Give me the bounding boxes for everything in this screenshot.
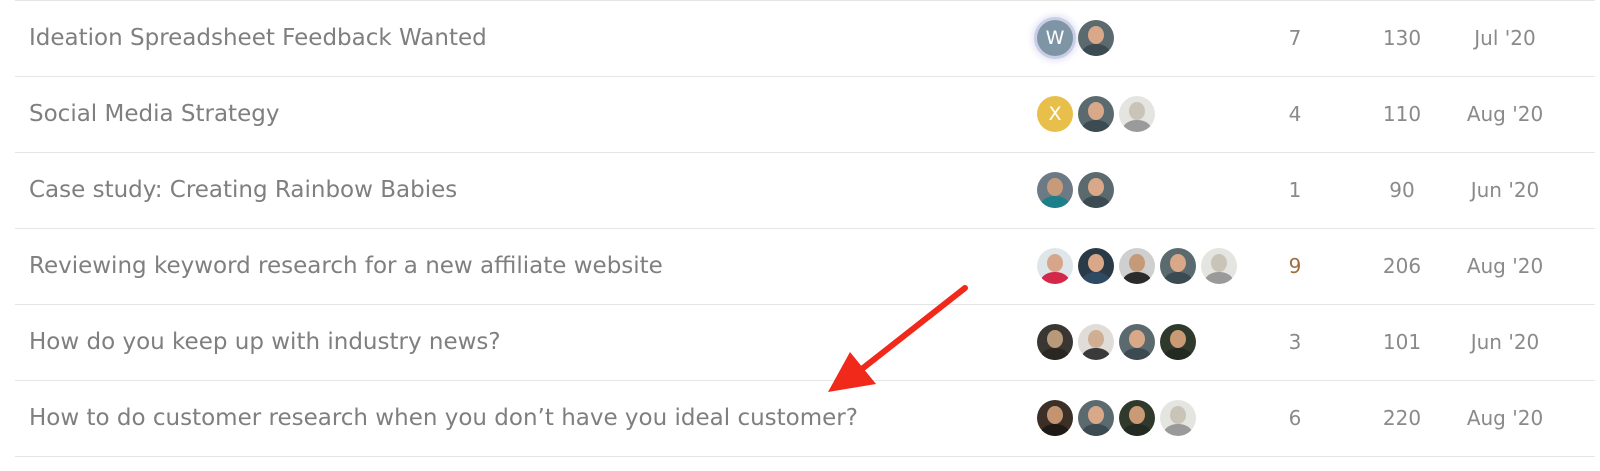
poster-avatar[interactable]: X: [1037, 96, 1073, 132]
avatar-photo-shoulders: [1082, 272, 1110, 284]
topic-row[interactable]: How do you keep up with industry news? 3…: [15, 304, 1595, 380]
avatar-photo-head: [1170, 254, 1186, 272]
views-count: 101: [1382, 330, 1422, 354]
posters-list: [1037, 324, 1196, 360]
avatar-photo-shoulders: [1082, 44, 1110, 56]
avatar-photo-head: [1088, 178, 1104, 196]
avatar-photo-head: [1088, 406, 1104, 424]
topic-row[interactable]: Reviewing keyword research for a new aff…: [15, 228, 1595, 304]
avatar-photo-head: [1047, 330, 1063, 348]
avatar-photo-head: [1170, 406, 1186, 424]
views-count: 220: [1382, 406, 1422, 430]
poster-avatar[interactable]: [1037, 400, 1073, 436]
avatar-photo-shoulders: [1082, 196, 1110, 208]
activity-date[interactable]: Aug '20: [1455, 381, 1555, 456]
poster-avatar[interactable]: W: [1037, 20, 1073, 56]
views-count: 130: [1382, 26, 1422, 50]
activity-date[interactable]: Jul '20: [1455, 1, 1555, 76]
replies-count: 9: [1288, 254, 1302, 278]
poster-avatar[interactable]: [1119, 248, 1155, 284]
replies-count: 6: [1288, 406, 1302, 430]
avatar-photo-shoulders: [1041, 424, 1069, 436]
avatar-photo-head: [1211, 254, 1227, 272]
poster-avatar[interactable]: [1078, 248, 1114, 284]
avatar-letter: W: [1045, 27, 1065, 49]
avatar-photo-shoulders: [1082, 424, 1110, 436]
annotation-arrow-icon: [828, 285, 968, 392]
topic-title[interactable]: Reviewing keyword research for a new aff…: [29, 229, 663, 304]
avatar-photo-head: [1129, 102, 1145, 120]
posters-list: W: [1037, 20, 1114, 56]
avatar-photo-head: [1088, 254, 1104, 272]
avatar-photo-head: [1047, 406, 1063, 424]
avatar-photo-shoulders: [1164, 424, 1192, 436]
avatar-photo-shoulders: [1041, 196, 1069, 208]
avatar-photo-head: [1047, 178, 1063, 196]
avatar-photo-shoulders: [1123, 424, 1151, 436]
poster-avatar[interactable]: [1119, 96, 1155, 132]
topic-row[interactable]: Social Media Strategy X 4 110 Aug '20: [15, 76, 1595, 152]
topic-list: Ideation Spreadsheet Feedback Wanted W 7…: [15, 0, 1595, 457]
poster-avatar[interactable]: [1078, 96, 1114, 132]
avatar-letter: X: [1048, 103, 1062, 125]
poster-avatar[interactable]: [1037, 324, 1073, 360]
avatar-photo-head: [1129, 406, 1145, 424]
replies-count: 1: [1288, 178, 1302, 202]
topic-row[interactable]: Ideation Spreadsheet Feedback Wanted W 7…: [15, 0, 1595, 76]
poster-avatar[interactable]: [1078, 324, 1114, 360]
avatar-photo-head: [1088, 102, 1104, 120]
avatar-photo-shoulders: [1041, 348, 1069, 360]
avatar-photo-shoulders: [1205, 272, 1233, 284]
avatar-photo-shoulders: [1123, 120, 1151, 132]
avatar-photo-shoulders: [1082, 120, 1110, 132]
posters-list: [1037, 400, 1196, 436]
poster-avatar[interactable]: [1037, 172, 1073, 208]
avatar-photo-shoulders: [1082, 348, 1110, 360]
views-count: 206: [1382, 254, 1422, 278]
replies-count: 4: [1288, 102, 1302, 126]
activity-date[interactable]: Jun '20: [1455, 305, 1555, 380]
views-count: 110: [1382, 102, 1422, 126]
activity-date[interactable]: Aug '20: [1455, 77, 1555, 152]
posters-list: [1037, 248, 1237, 284]
avatar-photo-head: [1047, 254, 1063, 272]
avatar-photo-head: [1088, 330, 1104, 348]
posters-list: [1037, 172, 1114, 208]
avatar-photo-shoulders: [1123, 272, 1151, 284]
avatar-photo-head: [1088, 26, 1104, 44]
avatar-photo-head: [1170, 330, 1186, 348]
poster-avatar[interactable]: [1078, 172, 1114, 208]
activity-date[interactable]: Jun '20: [1455, 153, 1555, 228]
topic-title[interactable]: Case study: Creating Rainbow Babies: [29, 153, 457, 228]
poster-avatar[interactable]: [1078, 400, 1114, 436]
avatar-photo-shoulders: [1041, 272, 1069, 284]
poster-avatar[interactable]: [1160, 248, 1196, 284]
topic-row[interactable]: Case study: Creating Rainbow Babies 1 90…: [15, 152, 1595, 228]
topic-title[interactable]: How to do customer research when you don…: [29, 381, 858, 456]
poster-avatar[interactable]: [1037, 248, 1073, 284]
views-count: 90: [1389, 178, 1415, 202]
avatar-photo-shoulders: [1164, 348, 1192, 360]
topic-title[interactable]: Ideation Spreadsheet Feedback Wanted: [29, 1, 487, 76]
avatar-photo-shoulders: [1123, 348, 1151, 360]
poster-avatar[interactable]: [1078, 20, 1114, 56]
posters-list: X: [1037, 96, 1155, 132]
topic-row[interactable]: How to do customer research when you don…: [15, 380, 1595, 457]
poster-avatar[interactable]: [1119, 400, 1155, 436]
avatar-photo-head: [1129, 330, 1145, 348]
activity-date[interactable]: Aug '20: [1455, 229, 1555, 304]
poster-avatar[interactable]: [1201, 248, 1237, 284]
avatar-photo-shoulders: [1164, 272, 1192, 284]
poster-avatar[interactable]: [1160, 400, 1196, 436]
replies-count: 3: [1288, 330, 1302, 354]
topic-title[interactable]: How do you keep up with industry news?: [29, 305, 501, 380]
poster-avatar[interactable]: [1160, 324, 1196, 360]
poster-avatar[interactable]: [1119, 324, 1155, 360]
avatar-photo-head: [1129, 254, 1145, 272]
topic-title[interactable]: Social Media Strategy: [29, 77, 279, 152]
replies-count: 7: [1288, 26, 1302, 50]
